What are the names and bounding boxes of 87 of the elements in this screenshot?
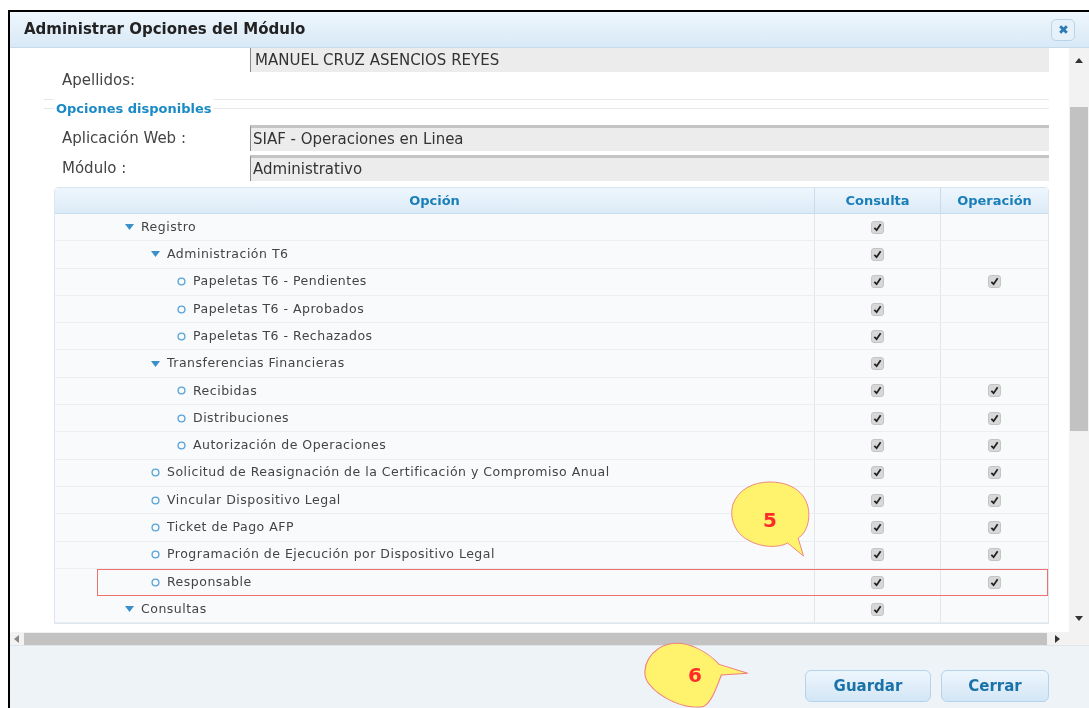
close-button[interactable] — [1051, 18, 1075, 41]
checkbox[interactable] — [871, 520, 884, 534]
callout-number: 6 — [688, 662, 702, 689]
checkbox[interactable] — [988, 439, 1001, 452]
checkbox[interactable] — [988, 575, 1001, 589]
checkbox[interactable] — [871, 466, 884, 480]
circle-icon — [177, 413, 186, 423]
option-label: Programación de Ejecución por Dispositivo Legal — [167, 545, 495, 564]
save-button[interactable]: Guardar — [805, 670, 931, 702]
checkbox[interactable] — [871, 575, 884, 589]
scroll-up-icon[interactable] — [1075, 58, 1083, 63]
checkbox[interactable] — [871, 302, 884, 316]
checkbox[interactable] — [871, 220, 884, 234]
expanded-arrow-icon[interactable] — [151, 360, 160, 367]
circle-icon — [177, 331, 186, 341]
checkbox[interactable] — [988, 466, 1001, 480]
tree-row[interactable]: Registro — [55, 214, 1048, 242]
checkbox[interactable] — [988, 548, 1001, 562]
option-label: Distribuciones — [193, 408, 290, 427]
checkbox[interactable] — [871, 384, 884, 398]
circle-icon — [151, 495, 160, 505]
column-header: Consulta — [814, 188, 940, 213]
tree-row[interactable]: Papeletas T6 - Aprobados — [55, 295, 1048, 324]
tree-row[interactable]: Administración T6 — [55, 241, 1048, 269]
scroll-down-icon[interactable] — [1075, 616, 1083, 621]
option-label: Responsable — [167, 572, 252, 591]
checkbox[interactable] — [988, 275, 1001, 289]
option-label: Registro — [141, 217, 197, 236]
option-label: Papeletas T6 - Pendientes — [193, 272, 367, 291]
checkbox[interactable] — [988, 520, 1001, 534]
tree-row[interactable]: Autorización de Operaciones — [55, 432, 1048, 460]
circle-icon — [151, 550, 160, 560]
option-label: Papeletas T6 - Rechazados — [193, 326, 373, 345]
vertical-scrollbar[interactable] — [1070, 107, 1088, 431]
checkbox[interactable] — [988, 411, 1001, 425]
expanded-arrow-icon[interactable] — [125, 606, 134, 613]
tree-row[interactable]: Papeletas T6 - Pendientes — [55, 268, 1048, 296]
checkbox[interactable] — [988, 493, 1001, 507]
circle-icon — [177, 277, 186, 287]
checkbox[interactable] — [871, 493, 884, 507]
option-label: Solicitud de Reasignación de la Certificación y Compromiso Anual — [167, 463, 610, 482]
checkbox[interactable] — [871, 329, 884, 343]
option-label: Recibidas — [193, 381, 258, 400]
window-title: Administrar Opciones del Módulo — [24, 19, 306, 41]
checkbox[interactable] — [871, 275, 884, 289]
checkbox[interactable] — [871, 602, 884, 616]
option-label: Vincular Dispositivo Legal — [167, 490, 341, 509]
scroll-left-icon[interactable] — [14, 634, 20, 643]
expanded-arrow-icon[interactable] — [151, 251, 160, 258]
scroll-right-icon[interactable] — [1055, 634, 1061, 643]
tree-row[interactable]: Recibidas — [55, 377, 1048, 406]
text-field[interactable]: Administrativo — [250, 155, 1049, 181]
text-field[interactable]: SIAF - Operaciones en Linea — [250, 125, 1049, 151]
section-legend: Opciones disponibles — [54, 99, 214, 119]
field-label: Aplicación Web : — [61, 127, 187, 149]
tree-row[interactable]: Consultas — [55, 596, 1048, 624]
checkbox[interactable] — [988, 384, 1001, 398]
field-label: Módulo : — [61, 157, 128, 179]
option-label: Transferencias Financieras — [167, 354, 345, 373]
circle-icon — [151, 468, 160, 478]
horizontal-scrollbar[interactable] — [24, 632, 1047, 645]
column-header: Opción — [408, 191, 461, 210]
close-dialog-button[interactable]: Cerrar — [941, 670, 1049, 702]
tree-row[interactable]: Papeletas T6 - Rechazados — [55, 323, 1048, 351]
option-label: Papeletas T6 - Aprobados — [193, 299, 365, 318]
tree-row[interactable]: Responsable — [97, 568, 1048, 597]
circle-icon — [177, 386, 186, 396]
column-header: Operación — [940, 188, 1048, 213]
option-label: Consultas — [141, 599, 207, 618]
circle-icon — [177, 441, 186, 450]
circle-icon — [151, 522, 160, 532]
checkbox[interactable] — [871, 411, 884, 425]
option-label: Ticket de Pago AFP — [167, 518, 295, 537]
circle-icon — [177, 304, 186, 314]
circle-icon — [151, 577, 160, 587]
expanded-arrow-icon[interactable] — [125, 224, 134, 231]
option-label: Autorización de Operaciones — [193, 436, 387, 455]
field-label: Apellidos: — [61, 69, 137, 91]
tree-row[interactable]: Transferencias Financieras — [55, 350, 1048, 378]
tree-row[interactable]: Distribuciones — [55, 405, 1048, 433]
checkbox[interactable] — [871, 247, 884, 261]
checkbox[interactable] — [871, 548, 884, 562]
checkbox[interactable] — [871, 357, 884, 371]
close-icon — [1057, 24, 1069, 35]
checkbox[interactable] — [871, 439, 884, 452]
option-label: Administración T6 — [167, 245, 289, 264]
name-field[interactable]: MANUEL CRUZ ASENCIOS REYES — [250, 48, 1049, 72]
